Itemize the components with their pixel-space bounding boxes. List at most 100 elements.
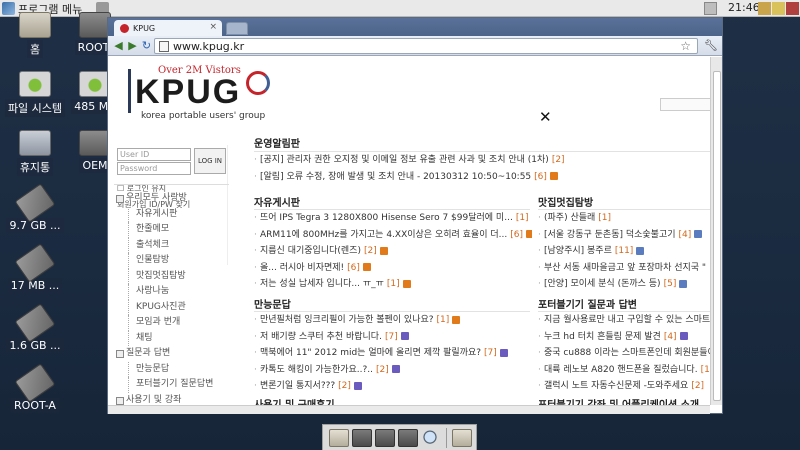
desktop-icon-root-a[interactable]: ROOT-A <box>0 363 70 413</box>
volume-icon[interactable] <box>786 2 799 15</box>
notice-title[interactable]: 운영알림판 <box>254 135 300 150</box>
list-item[interactable]: 올... 러시아 비자면제![6] <box>254 260 532 277</box>
password-field[interactable]: Password <box>117 162 191 175</box>
list-item[interactable]: 저 배기량 스쿠터 추천 바랍니다.[7] <box>254 329 532 346</box>
list-item[interactable]: 부산 서동 새마을금고 앞 포장마차 선지국 " <box>538 260 710 277</box>
file-manager-icon[interactable] <box>329 428 349 447</box>
desktop-icon-9gb[interactable]: 9.7 GB ... <box>0 183 70 233</box>
free-board-title[interactable]: 자유게시판 <box>254 194 300 209</box>
desktop-icon-17mb[interactable]: 17 MB ... <box>0 243 70 293</box>
back-arrow-icon[interactable]: ◀ <box>112 39 125 52</box>
wrench-menu-icon[interactable]: 🔧︎ <box>704 39 718 52</box>
menu-item[interactable]: 사랑나눔 <box>114 284 229 300</box>
list-item[interactable]: 카톡도 해킹이 가능한가요..?..[2] <box>254 362 532 379</box>
terminal-icon[interactable] <box>398 428 418 447</box>
image-badge-icon <box>694 230 703 238</box>
list-item[interactable]: 갤럭시 노트 자동수신문제 -도와주세요[2] <box>538 378 710 395</box>
food-board-title[interactable]: 맛집멋집탐방 <box>538 194 593 209</box>
food-board-list: (파주) 산들래[1] [서울 강동구 둔촌동] 덕소숯불고기[4] [남양주시… <box>538 210 710 293</box>
usb-drive-icon <box>14 303 56 343</box>
menu-item[interactable]: KPUG사진관 <box>114 299 229 316</box>
menu-item[interactable]: 채팅 <box>114 330 229 347</box>
search-icon[interactable] <box>421 428 441 447</box>
menu-item[interactable]: 자유게시판 <box>114 206 229 223</box>
logo-text: KPUG <box>135 73 242 111</box>
separator <box>446 427 447 448</box>
browser-toolbar: ◀ ▶ ↻ www.kpug.kr ☆ 🔧︎ <box>108 36 722 56</box>
list-item[interactable]: (파주) 산들래[1] <box>538 210 710 227</box>
menu-item[interactable]: 출석체크 <box>114 237 229 254</box>
list-item[interactable]: 누크 hd 터치 흔들림 문제 발견[4] <box>538 329 710 346</box>
new-badge-icon <box>549 172 558 180</box>
logo-swirl-icon <box>246 71 270 95</box>
taskbar <box>322 424 477 450</box>
menu-item[interactable]: 한줄메모 <box>114 222 229 238</box>
lectures-title[interactable]: 포터블기기 강좌 및 어플리케이션 소개 <box>538 396 699 405</box>
list-item[interactable]: 대륙 레노보 A820 핸드폰을 질렀습니다.[1 <box>538 362 710 379</box>
site-logo[interactable]: Over 2M Vistors KPUG korea portable user… <box>128 63 288 121</box>
bookmark-star-icon[interactable]: ☆ <box>680 39 691 53</box>
desktop-icon-1-6gb[interactable]: 1.6 GB ... <box>0 303 70 353</box>
list-item[interactable]: [안양] 모이세 분식 (돈까스 등)[5] <box>538 276 710 293</box>
list-item[interactable]: [알림] 오류 수정, 장애 발생 및 조치 안내 - 20130312 10:… <box>254 169 710 186</box>
tab-kpug[interactable]: KPUG × <box>114 20 222 36</box>
menu-item[interactable]: 질문과 답변 <box>114 346 229 362</box>
user-id-field[interactable]: User ID <box>117 148 191 161</box>
list-item[interactable]: [공지] 관리자 권한 오지정 및 이메일 정보 유출 관련 사과 및 조치 안… <box>254 152 710 169</box>
new-badge-icon <box>452 315 461 324</box>
portable-qa-title[interactable]: 포터블기기 질문과 답변 <box>538 296 637 311</box>
list-item[interactable]: 뜨어 IPS Tegra 3 1280X800 Hisense Sero 7 $… <box>254 210 532 227</box>
menu-item[interactable]: 우리모두 사랑방 <box>114 191 229 207</box>
folder-icon <box>19 12 51 38</box>
menu-item[interactable]: 인물탐방 <box>114 253 229 269</box>
new-badge-icon <box>362 263 371 271</box>
usb-drive-icon <box>14 363 56 403</box>
list-item[interactable]: 지금 월사용료만 내고 구입할 수 있는 스마트 <box>538 312 710 329</box>
list-item[interactable]: [서울 강동구 둔촌동] 덕소숯불고기[4] <box>538 227 710 244</box>
favicon-icon <box>120 23 129 33</box>
battery-icon[interactable] <box>772 2 785 15</box>
list-item[interactable]: 중국 cu888 이라는 스마트폰인데 회원분들이 <box>538 345 710 362</box>
reviews-title[interactable]: 사용기 및 구매후기 <box>254 396 335 405</box>
list-item[interactable]: 저는 성실 납세자 입니다... ㅠ_ㅠ[1] <box>254 276 532 293</box>
list-item[interactable]: 지름신 대기중입니다(렌즈)[2] <box>254 243 532 260</box>
tab-close-icon[interactable]: × <box>209 22 217 32</box>
network-icon[interactable] <box>758 2 771 15</box>
vertical-scrollbar[interactable] <box>710 57 722 405</box>
forward-arrow-icon[interactable]: ▶ <box>126 39 139 52</box>
qa-board-list: 만년필처럼 잉크리필이 가능한 볼펜이 있나요?[1] 저 배기량 스쿠터 추천… <box>254 312 532 395</box>
clock[interactable]: 21:46 <box>728 1 760 14</box>
menu-item[interactable]: 맛집멋집탐방 <box>114 268 229 285</box>
new-tab-button[interactable] <box>226 22 248 35</box>
qa-board-title[interactable]: 만능문답 <box>254 296 291 311</box>
trash-icon <box>19 130 51 156</box>
close-icon[interactable]: ✕ <box>539 108 552 126</box>
update-badge-icon <box>353 381 362 390</box>
menu-item[interactable]: 포터블기기 질문답변 <box>114 377 229 393</box>
drive-icon[interactable] <box>352 428 372 447</box>
horizontal-scrollbar[interactable] <box>108 405 710 414</box>
site-search-input[interactable] <box>660 98 710 111</box>
update-badge-icon <box>391 365 400 373</box>
logo-subtitle: korea portable users' group <box>141 111 266 121</box>
list-item[interactable]: 만년필처럼 잉크리필이 가능한 볼펜이 있나요?[1] <box>254 312 532 329</box>
menu-item[interactable]: 만능문답 <box>114 361 229 378</box>
new-badge-icon <box>525 230 532 238</box>
menu-item[interactable]: 모임과 번개 <box>114 315 229 331</box>
new-badge-icon <box>402 279 411 288</box>
login-button[interactable]: LOG IN <box>194 148 226 174</box>
address-bar[interactable]: www.kpug.kr ☆ <box>154 38 698 54</box>
menu-item[interactable]: 사용기 및 강좌 <box>114 393 229 406</box>
reload-icon[interactable]: ↻ <box>140 39 153 52</box>
list-item[interactable]: ARM11에 800MHz를 가지고는 4.XX이상은 오히려 효율이 더...… <box>254 227 532 244</box>
folder-icon[interactable] <box>452 428 472 447</box>
update-badge-icon <box>679 332 688 340</box>
portable-qa-list: 지금 월사용료만 내고 구입할 수 있는 스마트 누크 hd 터치 흔들림 문제… <box>538 312 710 395</box>
usb-drive-icon <box>14 183 56 223</box>
list-item[interactable]: 맥북에어 11" 2012 mid는 얼마에 올리면 제깍 팔릴까요?[7] <box>254 345 532 362</box>
list-item[interactable]: 변론기일 통지서???[2] <box>254 378 532 395</box>
drive-icon[interactable] <box>375 428 395 447</box>
scrollbar-thumb[interactable] <box>713 71 721 401</box>
desktop-switcher-icon[interactable] <box>704 2 717 15</box>
list-item[interactable]: [남양주시] 봉주르[11] <box>538 243 710 260</box>
